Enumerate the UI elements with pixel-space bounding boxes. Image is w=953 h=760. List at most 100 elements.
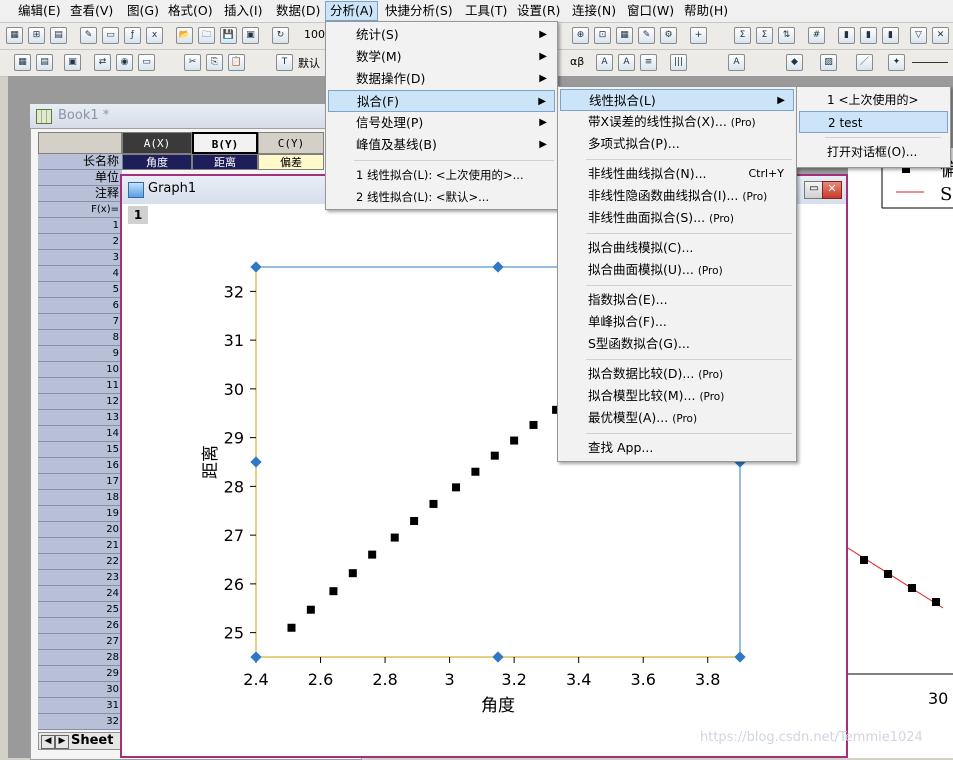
filter-icon[interactable]: ▽ xyxy=(910,27,927,44)
fill-color-icon[interactable]: ◆ xyxy=(786,54,803,71)
new-function-icon[interactable]: ƒ xyxy=(124,27,141,44)
menu-item-linear-fit-test[interactable]: 2 test xyxy=(799,111,948,133)
menu-help[interactable]: 帮助(H) xyxy=(680,2,732,20)
sheet-tab[interactable]: Sheet xyxy=(71,733,113,748)
menu-item-statistics[interactable]: 统计(S) ▶ xyxy=(328,24,555,46)
row-number[interactable]: 9 xyxy=(38,346,122,362)
menu-item-rank-models[interactable]: 最优模型(A)... (Pro) xyxy=(560,407,794,429)
copy-icon[interactable]: ⎘ xyxy=(206,54,223,71)
script-icon[interactable]: ✎ xyxy=(638,27,655,44)
copy-format-icon[interactable]: ▭ xyxy=(138,54,155,71)
long-name-cell-b[interactable]: 距离 xyxy=(192,154,258,170)
line-color-icon[interactable]: ／ xyxy=(856,54,873,71)
menu-settings[interactable]: 设置(R) xyxy=(513,2,564,20)
symbol-icon[interactable]: ✦ xyxy=(888,54,905,71)
row-number[interactable]: 19 xyxy=(38,506,122,522)
open-template-icon[interactable]: 🗀 xyxy=(198,27,215,44)
column-header-b[interactable]: B(Y) xyxy=(192,132,258,154)
menu-item-peaks-baseline[interactable]: 峰值及基线(B) ▶ xyxy=(328,134,555,156)
zoom-in-icon[interactable]: ⊕ xyxy=(572,27,589,44)
save-project-icon[interactable]: 💾 xyxy=(220,27,237,44)
menu-item-recent-linear-fit-last[interactable]: 1 线性拟合(L): <上次使用的>... xyxy=(328,164,555,186)
row-number[interactable]: 28 xyxy=(38,650,122,666)
bar-chart-icon[interactable]: ▮ xyxy=(838,27,855,44)
menu-item-simulate-surface[interactable]: 拟合曲面模拟(U)... (Pro) xyxy=(560,259,794,281)
clear-filter-icon[interactable]: ✕ xyxy=(932,27,949,44)
row-number[interactable]: 5 xyxy=(38,282,122,298)
menu-data[interactable]: 数据(D) xyxy=(272,2,324,20)
menu-analysis[interactable]: 分析(A) xyxy=(325,1,379,21)
menu-item-nonlinear-surface-fit[interactable]: 非线性曲面拟合(S)... (Pro) xyxy=(560,207,794,229)
sheet-next-icon[interactable]: ▶ xyxy=(55,735,69,749)
row-number[interactable]: 10 xyxy=(38,362,122,378)
row-number[interactable]: 18 xyxy=(38,490,122,506)
row-number[interactable]: 2 xyxy=(38,234,122,250)
row-number[interactable]: 8 xyxy=(38,330,122,346)
paste-icon[interactable]: 📋 xyxy=(228,54,245,71)
menu-item-single-peak-fit[interactable]: 单峰拟合(F)... xyxy=(560,311,794,333)
row-number[interactable]: 4 xyxy=(38,266,122,282)
selection-handle[interactable] xyxy=(492,651,504,663)
row-number[interactable]: 1 xyxy=(38,218,122,234)
menu-item-sigmoidal-fit[interactable]: S型函数拟合(G)... xyxy=(560,333,794,355)
menu-item-signal-processing[interactable]: 信号处理(P) ▶ xyxy=(328,112,555,134)
row-number[interactable]: 3 xyxy=(38,250,122,266)
row-number[interactable]: 23 xyxy=(38,570,122,586)
menu-item-nonlinear-curve-fit[interactable]: 非线性曲线拟合(N)... Ctrl+Y xyxy=(560,163,794,185)
column-header-c[interactable]: C(Y) xyxy=(258,132,324,154)
font-size-down-icon[interactable]: A xyxy=(618,54,635,71)
row-number[interactable]: 7 xyxy=(38,314,122,330)
add-column-icon[interactable]: + xyxy=(690,27,707,44)
menu-item-linear-fit[interactable]: 线性拟合(L) ▶ xyxy=(560,89,794,111)
histogram-icon[interactable]: ▮ xyxy=(882,27,899,44)
row-number[interactable]: 17 xyxy=(38,474,122,490)
refresh-icon[interactable]: ↻ xyxy=(272,27,289,44)
worksheet-icon[interactable]: ▦ xyxy=(616,27,633,44)
column-chart-icon[interactable]: ▮ xyxy=(860,27,877,44)
long-name-cell-a[interactable]: 角度 xyxy=(122,154,192,170)
menu-connect[interactable]: 连接(N) xyxy=(568,2,620,20)
row-number[interactable]: 27 xyxy=(38,634,122,650)
row-number[interactable]: 22 xyxy=(38,554,122,570)
row-number[interactable]: 30 xyxy=(38,682,122,698)
row-number[interactable]: 12 xyxy=(38,394,122,410)
pattern-icon[interactable]: ||| xyxy=(670,54,687,71)
sheet-prev-icon[interactable]: ◀ xyxy=(41,735,55,749)
merge-graph-icon[interactable]: ▣ xyxy=(64,54,81,71)
add-layer-icon[interactable]: ▦ xyxy=(14,54,31,71)
selection-handle[interactable] xyxy=(492,261,504,273)
statistics-icon[interactable]: Σ xyxy=(756,27,773,44)
greek-button[interactable]: αβ xyxy=(570,55,584,68)
row-number[interactable]: 20 xyxy=(38,522,122,538)
gear-icon[interactable]: ⚙ xyxy=(660,27,677,44)
menu-window[interactable]: 窗口(W) xyxy=(623,2,678,20)
cut-icon[interactable]: ✂ xyxy=(184,54,201,71)
line-style-sample[interactable] xyxy=(912,62,948,63)
long-name-cell-c[interactable]: 偏差 xyxy=(258,154,324,170)
menu-item-simulate-curve[interactable]: 拟合曲线模拟(C)... xyxy=(560,237,794,259)
font-icon[interactable]: T xyxy=(276,54,293,71)
selection-handle[interactable] xyxy=(250,651,262,663)
font-color-icon[interactable]: A xyxy=(728,54,745,71)
menu-item-polynomial-fit[interactable]: 多项式拟合(P)... xyxy=(560,133,794,155)
save-template-icon[interactable]: ▣ xyxy=(242,27,259,44)
menu-view[interactable]: 查看(V) xyxy=(66,2,117,20)
sum-icon[interactable]: Σ xyxy=(734,27,751,44)
menu-graph[interactable]: 图(G) xyxy=(123,2,163,20)
open-folder-icon[interactable]: 📂 xyxy=(176,27,193,44)
row-number[interactable]: 21 xyxy=(38,538,122,554)
new-notes-icon[interactable]: ✎ xyxy=(80,27,97,44)
menu-item-compare-models[interactable]: 拟合模型比较(M)... (Pro) xyxy=(560,385,794,407)
menu-edit[interactable]: 编辑(E) xyxy=(14,2,65,20)
workbook-titlebar[interactable]: Book1 * xyxy=(30,104,360,129)
sort-icon[interactable]: ⇅ xyxy=(778,27,795,44)
font-select[interactable]: 默认 xyxy=(298,55,320,71)
new-graph-icon[interactable]: ⊞ xyxy=(28,27,45,44)
row-number[interactable]: 24 xyxy=(38,586,122,602)
new-workbook-icon[interactable]: ▦ xyxy=(6,27,23,44)
menu-item-find-app[interactable]: 查找 App... xyxy=(560,437,794,459)
maximize-icon[interactable]: ▭ xyxy=(804,181,824,199)
row-number[interactable]: 25 xyxy=(38,602,122,618)
font-size-up-icon[interactable]: A xyxy=(596,54,613,71)
menu-quick-analysis[interactable]: 快捷分析(S) xyxy=(381,2,457,20)
